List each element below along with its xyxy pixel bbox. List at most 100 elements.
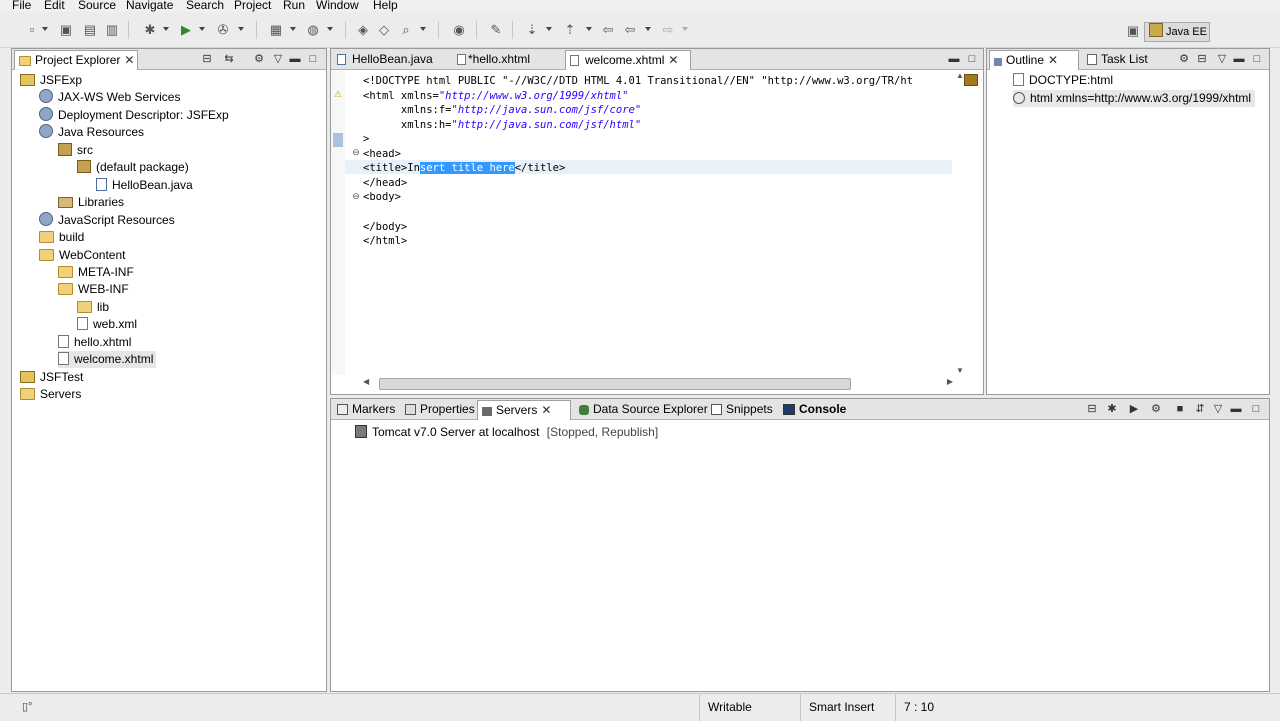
open-perspective-icon[interactable]: ▣ <box>1125 23 1141 39</box>
next-annotation-dropdown-icon[interactable] <box>546 27 552 31</box>
tree-item[interactable]: (default package) <box>77 159 189 176</box>
tab-hello-xhtml[interactable]: *hello.xhtml <box>453 50 562 69</box>
tree-item[interactable]: META-INF <box>58 264 134 281</box>
new-server-icon[interactable]: ▦ <box>268 22 284 38</box>
tree-item[interactable]: Libraries <box>58 194 124 211</box>
tab-hellobean-java[interactable]: HelloBean.java <box>333 50 449 69</box>
minimize-icon[interactable]: ▬ <box>1232 52 1246 66</box>
code-line[interactable]: </body> <box>363 220 407 235</box>
forward-icon[interactable]: ⇨ <box>660 22 676 38</box>
focus-icon[interactable]: ⚙ <box>1177 52 1191 66</box>
tab-data-source-explorer[interactable]: Data Source Explorer <box>575 400 708 419</box>
open-task-icon[interactable]: ◇ <box>376 22 392 38</box>
menu-help[interactable]: Help <box>373 0 398 12</box>
save-all-icon[interactable]: ▤ <box>82 22 98 38</box>
tree-item[interactable]: HelloBean.java <box>96 177 193 194</box>
scroll-up-icon[interactable]: ▲ <box>956 71 964 80</box>
fold-head-icon[interactable]: ⊖ <box>351 147 361 157</box>
code-line[interactable]: </head> <box>363 176 407 191</box>
tree-item[interactable]: WebContent <box>39 247 126 264</box>
tab-properties[interactable]: Properties <box>401 400 477 419</box>
menu-search[interactable]: Search <box>186 0 224 12</box>
collapse-icon[interactable]: ⊟ <box>1195 52 1209 66</box>
tree-item[interactable]: lib <box>77 299 109 316</box>
close-icon[interactable]: ✕ <box>668 53 678 67</box>
tree-item[interactable]: hello.xhtml <box>58 334 131 351</box>
tree-item[interactable]: JSFExp <box>20 72 82 89</box>
minimize-icon[interactable]: ▬ <box>947 52 961 66</box>
print-icon[interactable]: ▥ <box>104 22 120 38</box>
minimize-icon[interactable]: ▬ <box>288 52 302 66</box>
forward-dropdown-icon[interactable] <box>682 27 688 31</box>
code-line[interactable]: > <box>363 132 369 147</box>
tree-item[interactable]: Java Resources <box>39 124 144 141</box>
outline-item-doctype[interactable]: DOCTYPE:html <box>1013 72 1113 89</box>
tree-item[interactable]: JAX-WS Web Services <box>39 89 180 106</box>
close-icon[interactable]: ✕ <box>541 403 551 417</box>
web-browser-icon[interactable]: ◉ <box>451 22 467 38</box>
new-webservice-dropdown-icon[interactable] <box>327 27 333 31</box>
tab-outline[interactable]: Outline ✕ <box>989 50 1079 70</box>
debug-server-icon[interactable]: ✱ <box>1105 402 1119 416</box>
code-line[interactable]: </html> <box>363 234 407 249</box>
tree-item[interactable]: Servers <box>20 386 81 403</box>
search-icon[interactable]: ⌕ <box>398 22 414 38</box>
menu-project[interactable]: Project <box>234 0 271 12</box>
menu-window[interactable]: Window <box>316 0 359 12</box>
tab-snippets[interactable]: Snippets <box>707 400 779 419</box>
vertical-scrollbar[interactable]: ▲ ▼ <box>953 71 967 375</box>
tab-console[interactable]: Console <box>779 400 849 419</box>
tree-item[interactable]: src <box>58 142 93 159</box>
maximize-icon[interactable]: □ <box>306 52 320 66</box>
run-icon[interactable]: ▶ <box>178 22 194 38</box>
collapse-all-icon[interactable]: ⊟ <box>1085 402 1099 416</box>
tree-item[interactable]: JSFTest <box>20 369 83 386</box>
fast-view-icon[interactable]: ▯° <box>22 700 34 713</box>
tab-project-explorer[interactable]: Project Explorer ✕ <box>14 50 138 70</box>
tree-item[interactable]: build <box>39 229 84 246</box>
profile-server-icon[interactable]: ⚙ <box>1149 402 1163 416</box>
menu-file[interactable]: File <box>12 0 31 12</box>
perspective-java-ee[interactable]: Java EE <box>1144 22 1210 42</box>
start-server-icon[interactable]: ▶ <box>1127 402 1141 416</box>
maximize-icon[interactable]: □ <box>1249 402 1263 416</box>
tab-markers[interactable]: Markers <box>333 400 401 419</box>
scroll-right-icon[interactable]: ▶ <box>947 377 953 386</box>
toggle-mark-icon[interactable]: ✎ <box>488 22 504 38</box>
link-with-editor-icon[interactable]: ⇆ <box>222 52 236 66</box>
code-line[interactable]: xmlns:h="http://java.sun.com/jsf/html" <box>363 118 641 133</box>
view-menu-icon[interactable]: ▽ <box>1211 402 1225 416</box>
new-dropdown-icon[interactable] <box>42 27 48 31</box>
last-edit-icon[interactable]: ⇦ <box>600 22 616 38</box>
prev-annotation-icon[interactable]: ⇡ <box>562 22 578 38</box>
view-menu-icon[interactable]: ▽ <box>271 52 285 66</box>
search-dropdown-icon[interactable] <box>420 27 426 31</box>
prev-annotation-dropdown-icon[interactable] <box>586 27 592 31</box>
back-dropdown-icon[interactable] <box>645 27 651 31</box>
menu-navigate[interactable]: Navigate <box>126 0 173 12</box>
code-line[interactable]: <!DOCTYPE html PUBLIC "-//W3C//DTD HTML … <box>363 74 951 89</box>
debug-icon[interactable]: ✱ <box>142 22 158 38</box>
scroll-down-icon[interactable]: ▼ <box>956 366 964 375</box>
tree-item[interactable]: Deployment Descriptor: JSFExp <box>39 106 229 124</box>
tab-welcome-xhtml[interactable]: welcome.xhtml ✕ <box>565 50 691 70</box>
view-menu-icon[interactable]: ▽ <box>1215 52 1229 66</box>
customize-view-icon[interactable]: ⚙ <box>252 52 266 66</box>
close-icon[interactable]: ✕ <box>124 53 134 67</box>
close-icon[interactable]: ✕ <box>1048 53 1058 67</box>
back-icon[interactable]: ⇦ <box>622 22 638 38</box>
run-dropdown-icon[interactable] <box>199 27 205 31</box>
outline-item-html[interactable]: html xmlns=http://www.w3.org/1999/xhtml <box>1013 90 1256 107</box>
menu-source[interactable]: Source <box>78 0 116 12</box>
code-line[interactable]: <title>Insert title here</title> <box>363 161 565 176</box>
maximize-icon[interactable]: □ <box>965 52 979 66</box>
tab-task-list[interactable]: Task List <box>1083 50 1167 69</box>
tab-servers[interactable]: Servers ✕ <box>477 400 571 420</box>
external-tools-dropdown-icon[interactable] <box>238 27 244 31</box>
server-row-tomcat[interactable]: Tomcat v7.0 Server at localhost [Stopped… <box>355 424 658 441</box>
publish-icon[interactable]: ⇵ <box>1193 402 1207 416</box>
tree-item[interactable]: JavaScript Resources <box>39 211 175 229</box>
scroll-left-icon[interactable]: ◀ <box>363 377 369 386</box>
fold-body-icon[interactable]: ⊖ <box>351 191 361 201</box>
scroll-thumb[interactable] <box>379 378 851 390</box>
